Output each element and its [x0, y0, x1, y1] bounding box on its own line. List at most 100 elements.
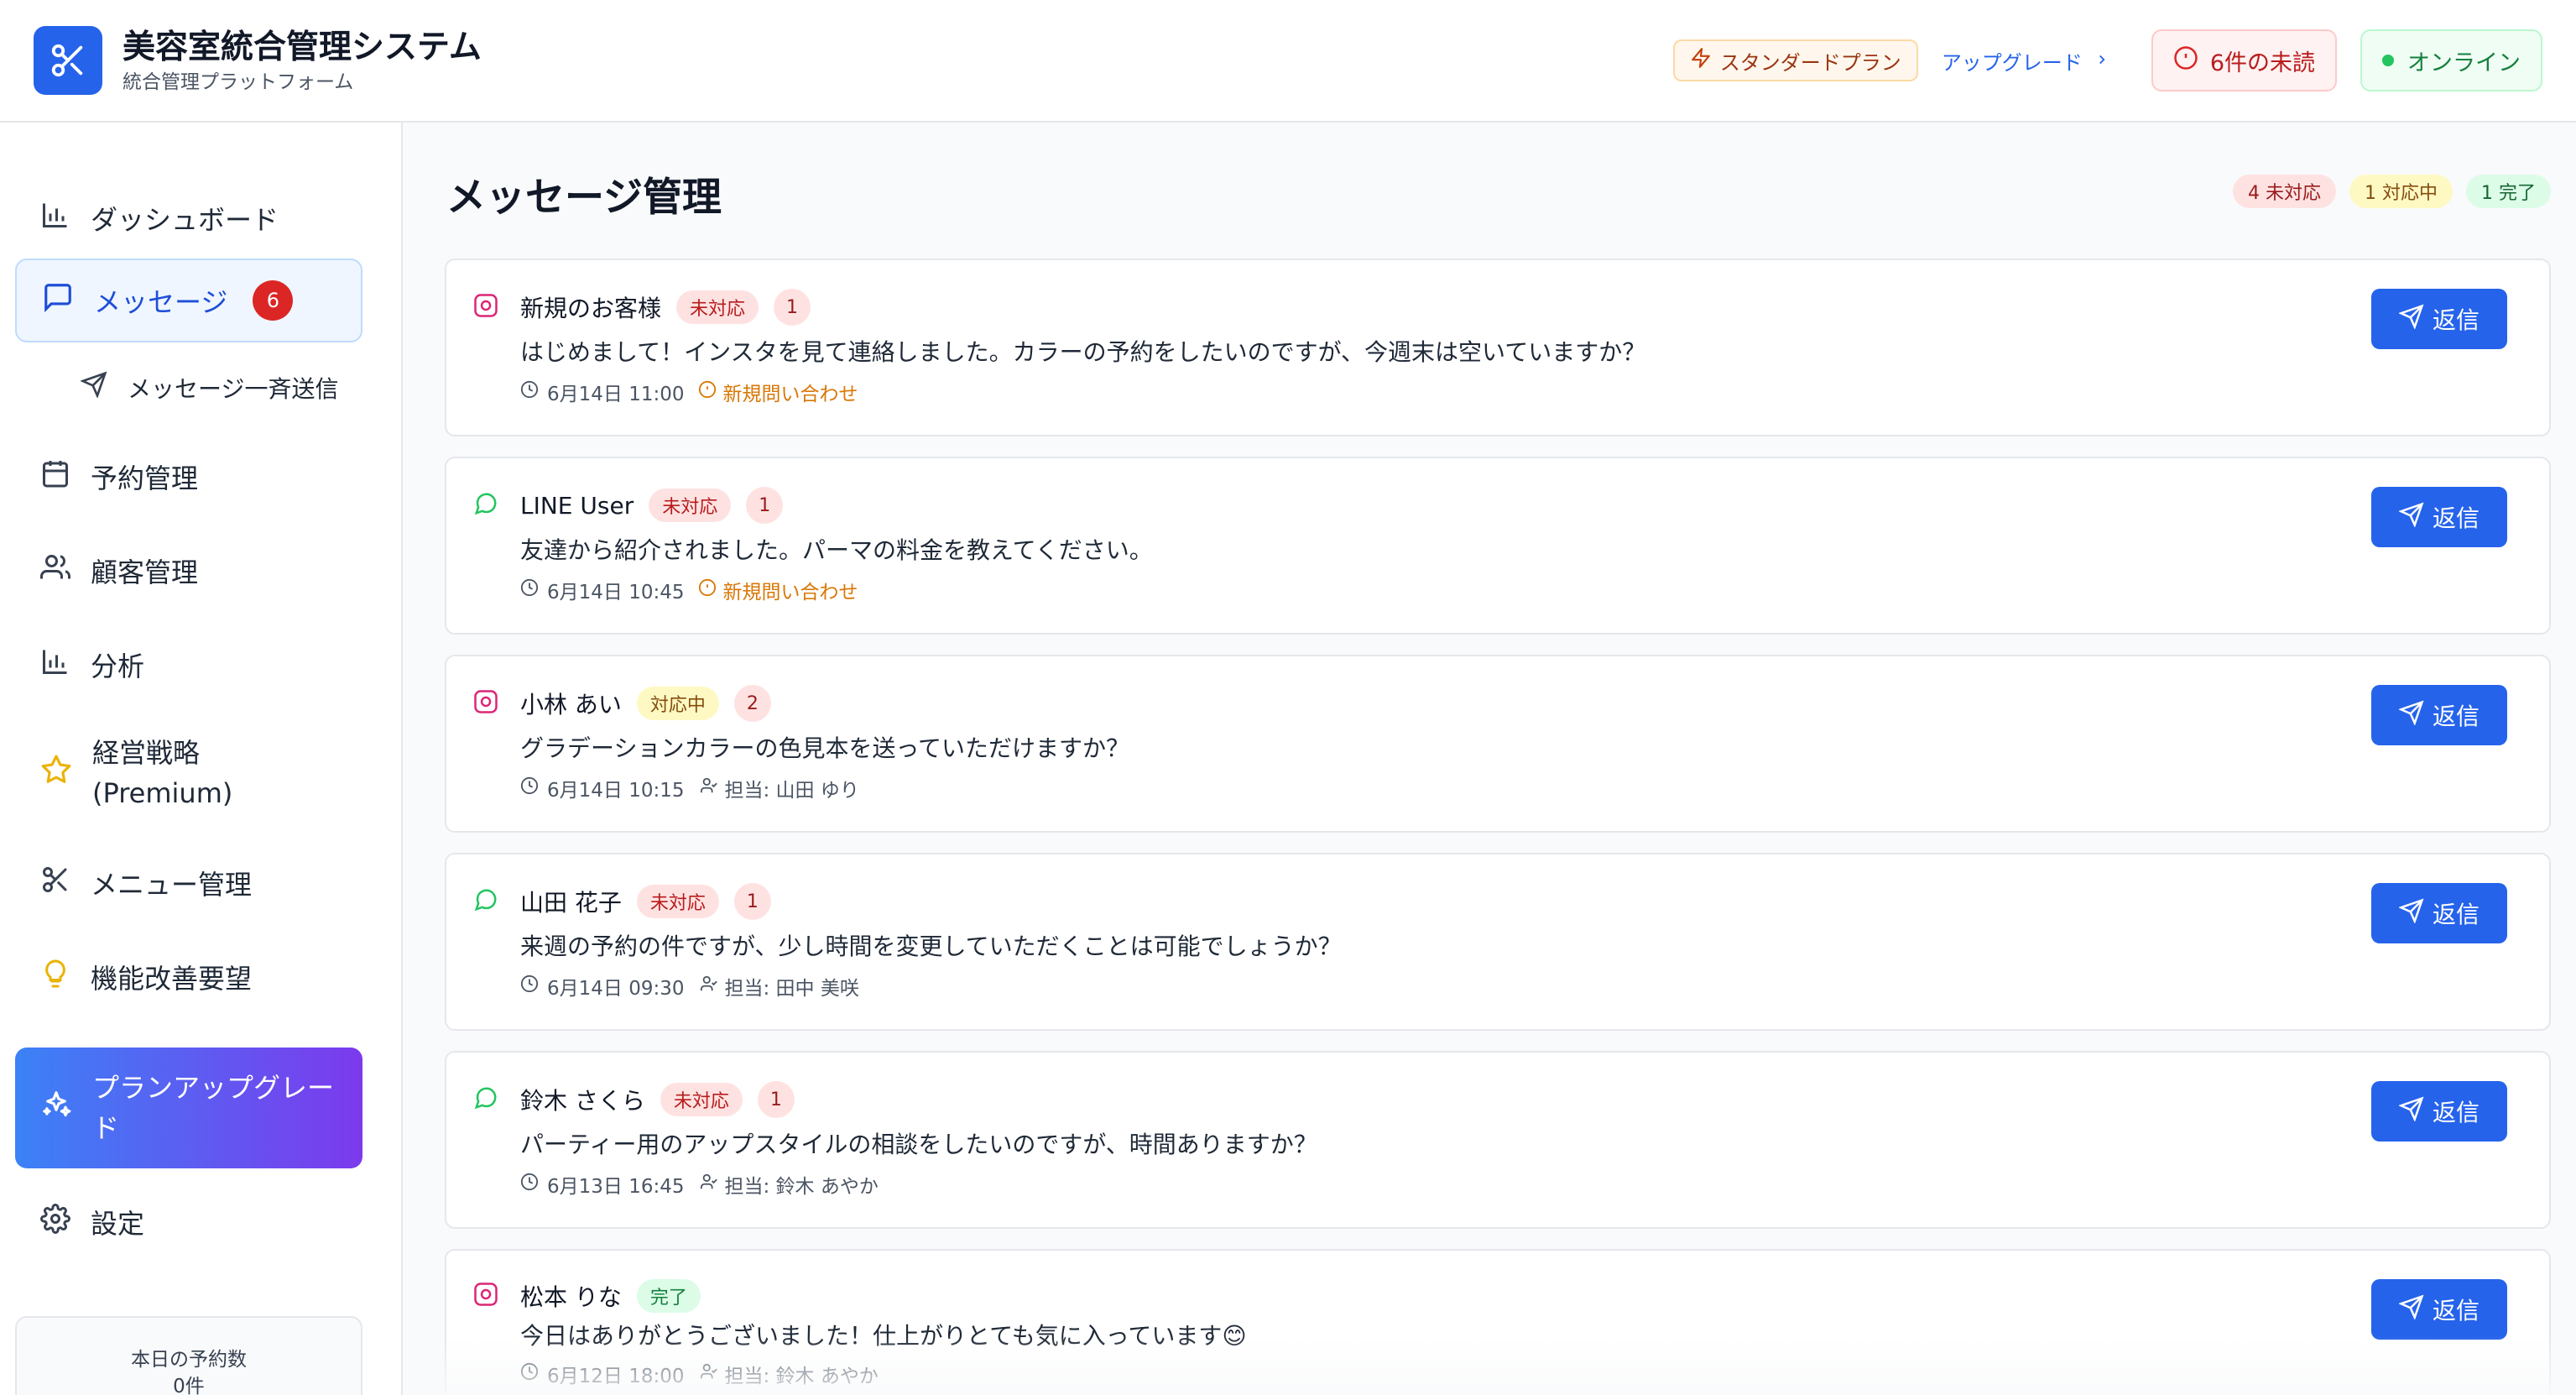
- sidebar-item-label-cont: ド: [92, 1112, 120, 1144]
- assignee-label: 担当: 山田 ゆり: [724, 780, 859, 802]
- app-title: 美容室統合管理システム: [123, 29, 482, 66]
- message-card[interactable]: 新規のお客様 未対応 1 はじめまして！インスタを見て連絡しました。カラーの予約…: [445, 259, 2551, 436]
- pending-count-badge: 4 未対応: [2233, 175, 2336, 208]
- unread-count-badge: 2: [733, 685, 771, 722]
- status-badge: 未対応: [676, 290, 759, 324]
- message-card[interactable]: 山田 花子 未対応 1 来週の予約の件ですが、少し時間を変更していただくことは可…: [445, 853, 2551, 1031]
- status-badge: 対応中: [636, 687, 719, 720]
- alert-circle-icon: [2173, 45, 2198, 76]
- user-check-icon: [700, 776, 718, 800]
- message-header: 山田 花子 未対応 1: [473, 883, 771, 920]
- reply-button[interactable]: 返信: [2371, 685, 2507, 745]
- assignee-tag: 担当: 鈴木 あやか: [700, 1360, 879, 1388]
- clock-icon: [520, 776, 539, 800]
- online-status: オンライン: [2360, 29, 2542, 91]
- reply-button[interactable]: 返信: [2371, 289, 2507, 349]
- reply-button[interactable]: 返信: [2371, 487, 2507, 547]
- unread-count-badge: 1: [757, 1081, 795, 1118]
- sidebar-item-messages[interactable]: メッセージ 6: [15, 259, 362, 342]
- message-meta: 6月14日 10:45 新規問い合わせ: [520, 576, 858, 604]
- sidebar-item-plan-upgrade[interactable]: プランアップグレー ド: [15, 1048, 362, 1168]
- reply-label: 返信: [2432, 1297, 2480, 1324]
- message-header: 小林 あい 対応中 2: [473, 685, 771, 722]
- message-header: 松本 りな 完了: [473, 1279, 701, 1313]
- online-label: オンライン: [2407, 50, 2521, 76]
- bar-chart-icon: [40, 646, 70, 683]
- sidebar-item-strategy[interactable]: 経営戦略 (Premium): [15, 727, 362, 819]
- new-inquiry-label: 新規問い合わせ: [722, 384, 858, 405]
- sidebar-item-dashboard[interactable]: ダッシュボード: [15, 185, 362, 252]
- chevron-right-icon: [2094, 49, 2109, 72]
- gear-icon: [40, 1204, 70, 1241]
- message-card[interactable]: 鈴木 さくら 未対応 1 パーティー用のアップスタイルの相談をしたいのですが、時…: [445, 1051, 2551, 1229]
- scissors-logo-icon: [34, 26, 102, 95]
- send-icon: [2398, 1293, 2424, 1325]
- line-chat-icon: [473, 491, 498, 520]
- unread-label: 6件の未読: [2209, 50, 2315, 76]
- message-meta: 6月12日 18:00 担当: 鈴木 あやか: [520, 1360, 879, 1388]
- status-badge: 未対応: [636, 885, 719, 918]
- message-body: 今日はありがとうございました！仕上がりとても気に入っています😊: [520, 1322, 1247, 1350]
- message-time: 6月14日 10:45: [547, 582, 685, 603]
- clock-icon: [520, 1362, 539, 1386]
- message-icon: [42, 281, 74, 320]
- customer-name: 鈴木 さくら: [520, 1087, 645, 1115]
- sidebar-item-label: メッセージ: [94, 286, 228, 318]
- page-title: メッセージ管理: [446, 175, 722, 221]
- done-count-badge: 1 完了: [2466, 175, 2551, 208]
- message-meta: 6月14日 09:30 担当: 田中 美咲: [520, 972, 859, 1001]
- status-summary: 4 未対応 1 対応中 1 完了: [2233, 175, 2551, 208]
- online-dot-icon: [2382, 55, 2394, 66]
- bar-chart-icon: [40, 200, 70, 237]
- sidebar-item-reservations[interactable]: 予約管理: [15, 443, 362, 510]
- send-icon: [80, 371, 107, 405]
- message-card[interactable]: LINE User 未対応 1 友達から紹介されました。パーマの料金を教えてくだ…: [445, 457, 2551, 635]
- reply-button[interactable]: 返信: [2371, 1279, 2507, 1340]
- sidebar-item-broadcast[interactable]: メッセージ一斉送信: [15, 358, 362, 418]
- reply-label: 返信: [2432, 703, 2480, 730]
- in-progress-count-badge: 1 対応中: [2349, 175, 2453, 208]
- main-content: メッセージ管理 4 未対応 1 対応中 1 完了 新規のお客様 未対応 1 はじ…: [404, 123, 2576, 1395]
- message-header: LINE User 未対応 1: [473, 487, 784, 524]
- sidebar-item-analytics[interactable]: 分析: [15, 631, 362, 698]
- unread-notification[interactable]: 6件の未読: [2151, 29, 2337, 91]
- message-meta: 6月13日 16:45 担当: 鈴木 あやか: [520, 1170, 879, 1199]
- message-card[interactable]: 松本 りな 完了 今日はありがとうございました！仕上がりとても気に入っています😊…: [445, 1249, 2551, 1395]
- sidebar: ダッシュボード メッセージ 6 メッセージ一斉送信 予約管理 顧客管理 分析 経…: [0, 123, 403, 1395]
- sidebar-item-label: 機能改善要望: [91, 963, 253, 995]
- scissors-icon: [40, 865, 70, 901]
- app-header: 美容室統合管理システム 統合管理プラットフォーム スタンダードプラン アップグレ…: [0, 0, 2576, 123]
- status-badge: 未対応: [660, 1083, 743, 1116]
- message-meta: 6月14日 11:00 新規問い合わせ: [520, 378, 858, 406]
- sidebar-item-feedback[interactable]: 機能改善要望: [15, 943, 362, 1011]
- sidebar-item-label: 顧客管理: [91, 556, 199, 588]
- new-inquiry-label: 新規問い合わせ: [722, 582, 858, 603]
- sidebar-item-label: プランアップグレー: [92, 1072, 335, 1104]
- sidebar-item-settings[interactable]: 設定: [15, 1189, 362, 1256]
- today-reservations-label: 本日の予約数: [131, 1349, 247, 1371]
- new-inquiry-tag: 新規問い合わせ: [698, 378, 858, 406]
- assignee-tag: 担当: 田中 美咲: [700, 972, 859, 1001]
- sidebar-item-menu[interactable]: メニュー管理: [15, 849, 362, 917]
- instagram-icon: [473, 293, 498, 321]
- calendar-icon: [40, 458, 70, 495]
- message-time: 6月14日 10:15: [547, 780, 685, 802]
- reply-button[interactable]: 返信: [2371, 1081, 2507, 1142]
- message-header: 鈴木 さくら 未対応 1: [473, 1081, 795, 1118]
- clock-icon: [520, 578, 539, 602]
- new-inquiry-tag: 新規問い合わせ: [698, 576, 858, 604]
- message-card[interactable]: 小林 あい 対応中 2 グラデーションカラーの色見本を送っていただけますか？ 6…: [445, 655, 2551, 833]
- customer-name: 松本 りな: [520, 1283, 622, 1311]
- message-meta: 6月14日 10:15 担当: 山田 ゆり: [520, 774, 859, 802]
- alert-circle-icon: [698, 578, 717, 602]
- assignee-label: 担当: 田中 美咲: [724, 978, 859, 1000]
- reply-button[interactable]: 返信: [2371, 883, 2507, 943]
- unread-count-badge: 1: [774, 289, 811, 326]
- line-chat-icon: [473, 1085, 498, 1114]
- message-body: 友達から紹介されました。パーマの料金を教えてください。: [520, 536, 1153, 564]
- assignee-label: 担当: 鈴木 あやか: [724, 1176, 879, 1198]
- sidebar-item-customers[interactable]: 顧客管理: [15, 537, 362, 604]
- user-check-icon: [700, 1362, 718, 1386]
- upgrade-link[interactable]: アップグレード: [1942, 46, 2109, 76]
- instagram-icon: [473, 1282, 498, 1310]
